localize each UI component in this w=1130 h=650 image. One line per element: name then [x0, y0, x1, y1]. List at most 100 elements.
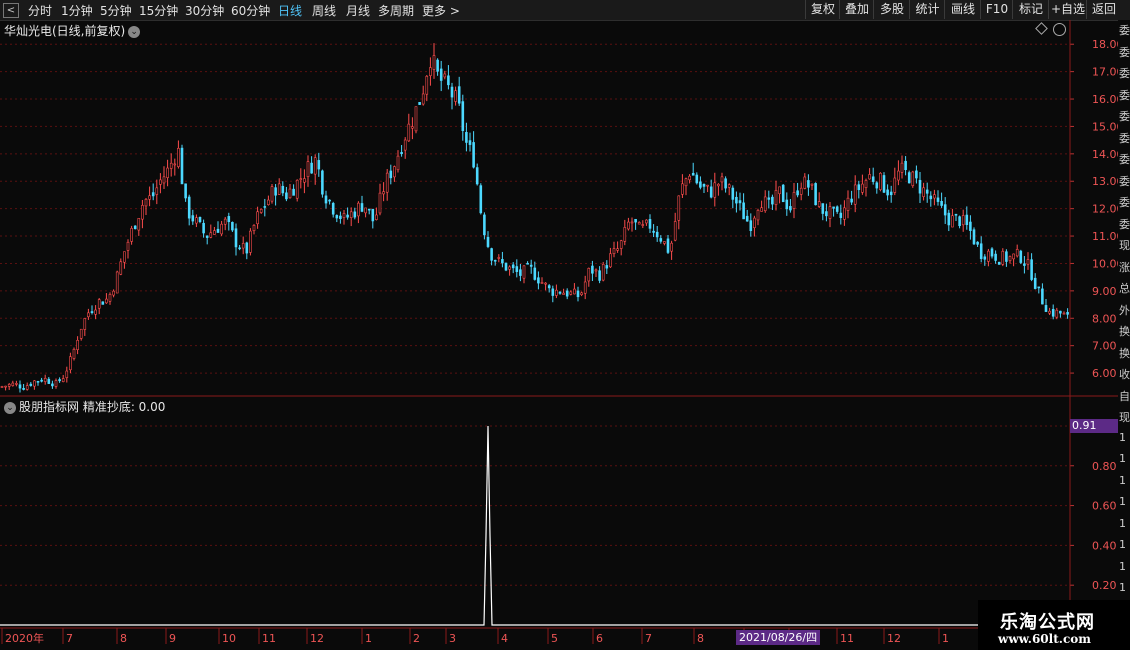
- x-tick-label: 11: [262, 632, 276, 645]
- candle-body: [382, 191, 385, 195]
- chart-canvas[interactable]: 6.007.008.009.0010.0011.0012.0013.0014.0…: [0, 0, 1130, 650]
- candle-body: [803, 176, 807, 189]
- x-tick-label: 4: [501, 632, 508, 645]
- candle-body: [213, 230, 216, 235]
- candle-body: [659, 238, 663, 242]
- candle-body: [609, 253, 612, 268]
- x-tick-label: 2: [413, 632, 420, 645]
- x-tick-label: 9: [169, 632, 176, 645]
- candle-body: [238, 247, 241, 250]
- chevron-down-icon[interactable]: ⌄: [128, 25, 141, 38]
- candle-body: [828, 206, 832, 219]
- candle-body: [295, 179, 299, 199]
- candle-body: [216, 228, 220, 233]
- candle-body: [681, 183, 684, 195]
- candle-body: [288, 188, 292, 199]
- main-y-axis: 6.007.008.009.0010.0011.0012.0013.0014.0…: [1070, 38, 1124, 380]
- right-panel-char: 总: [1119, 282, 1130, 295]
- candle-body: [299, 178, 303, 180]
- candle-body: [846, 197, 850, 211]
- y-tick-label: 8.00: [1092, 312, 1117, 325]
- candle-body: [479, 185, 483, 214]
- candle-body: [317, 160, 321, 170]
- x-tick-label: 11: [840, 632, 854, 645]
- candle-body: [472, 142, 475, 168]
- candle-body: [274, 187, 277, 196]
- candle-body: [357, 202, 360, 217]
- cursor-date-badge: 2021/08/26/四: [736, 630, 821, 645]
- candle-body: [515, 266, 519, 272]
- candle-body: [587, 268, 591, 282]
- candle-body: [205, 235, 209, 238]
- candle-body: [324, 195, 328, 204]
- candle-body: [130, 228, 133, 242]
- candle-body: [713, 182, 717, 198]
- candle-body: [0, 386, 4, 388]
- right-panel-char: 委: [1119, 67, 1130, 80]
- candle-body: [187, 196, 191, 219]
- candle-body: [364, 207, 367, 214]
- candle-body: [807, 180, 810, 188]
- candle-body: [133, 225, 137, 230]
- candle-body: [223, 218, 227, 225]
- indicator-series: [0, 425, 1068, 626]
- x-tick-label: 12: [310, 632, 324, 645]
- candle-body: [641, 224, 645, 226]
- main-panel-title: 华灿光电(日线,前复权) ⌄: [4, 22, 141, 39]
- right-panel-char: 外: [1119, 303, 1130, 317]
- candle-body: [504, 262, 508, 271]
- candle-body: [403, 139, 407, 151]
- candle-body: [285, 192, 288, 200]
- circle-icon[interactable]: [1053, 23, 1066, 36]
- candle-body: [987, 250, 990, 262]
- candle-body: [1051, 308, 1055, 317]
- candle-body: [814, 183, 817, 206]
- candle-body: [835, 206, 839, 212]
- candle-body: [771, 196, 774, 205]
- right-panel-char: 1: [1119, 538, 1126, 551]
- candle-body: [87, 312, 90, 318]
- candle-body: [893, 177, 897, 193]
- candle-body: [529, 264, 533, 267]
- candle-body: [619, 240, 623, 249]
- candle-body: [576, 290, 580, 298]
- candle-body: [202, 222, 205, 234]
- candle-body: [634, 218, 637, 223]
- candle-body: [1012, 253, 1015, 260]
- candle-body: [119, 261, 123, 275]
- candle-body: [774, 190, 778, 205]
- watermark-logo: 乐淘公式网 www.60lt.com: [978, 600, 1130, 650]
- candle-body: [537, 277, 540, 284]
- candle-body: [162, 176, 166, 184]
- candle-body: [731, 187, 735, 200]
- candle-body: [418, 102, 421, 105]
- candle-body: [33, 380, 36, 387]
- candle-body: [1008, 256, 1012, 261]
- candle-body: [1001, 250, 1005, 265]
- candle-body: [72, 348, 76, 359]
- candle-body: [263, 206, 267, 208]
- candle-body: [40, 379, 43, 382]
- y-tick-label: 6.00: [1092, 367, 1117, 380]
- candle-body: [785, 199, 789, 210]
- chevron-down-icon[interactable]: ⌄: [4, 401, 16, 414]
- candle-body: [151, 192, 155, 197]
- watermark-line1: 乐淘公式网: [1000, 612, 1095, 633]
- right-panel-char: 委: [1119, 131, 1130, 145]
- candle-body: [141, 205, 144, 220]
- candle-body: [565, 290, 569, 297]
- right-panel-char: 委: [1119, 88, 1130, 102]
- candle-body: [177, 148, 180, 167]
- indicator-y-axis: 0.200.400.600.801.00: [1070, 420, 1117, 592]
- candle-body: [900, 162, 904, 173]
- candle-body: [519, 269, 522, 276]
- candle-body: [857, 184, 861, 191]
- candle-body: [1048, 310, 1051, 314]
- y-tick-label: 0.60: [1092, 500, 1117, 513]
- candle-body: [245, 242, 249, 254]
- candle-body: [850, 198, 853, 203]
- candle-body: [655, 231, 659, 238]
- candle-body: [951, 215, 954, 228]
- candle-body: [252, 225, 256, 231]
- candle-body: [763, 196, 767, 212]
